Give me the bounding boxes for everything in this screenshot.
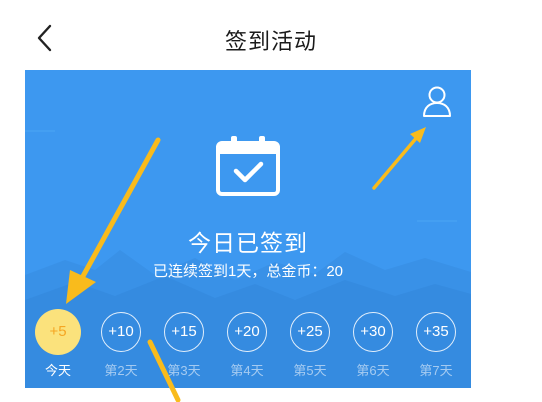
day-label: 第6天 <box>356 363 390 378</box>
day-reward: +25 <box>290 312 330 352</box>
day-label: 第5天 <box>293 363 327 378</box>
day-reward: +20 <box>227 312 267 352</box>
day-label: 第4天 <box>230 363 264 378</box>
top-bar: 签到活动 <box>0 0 542 70</box>
reward-days-row: +5 今天 +10 第2天 +15 第3天 +20 第4天 +25 第5天 +3… <box>25 306 471 386</box>
checkin-status-subtitle: 已连续签到1天，总金币：20 <box>152 263 344 280</box>
day-reward: +35 <box>416 312 456 352</box>
day-label: 第2天 <box>104 363 138 378</box>
day-reward: +10 <box>101 312 141 352</box>
day-label: 第3天 <box>167 363 201 378</box>
day-label: 今天 <box>44 363 71 378</box>
profile-button[interactable] <box>420 84 454 120</box>
day-item-2[interactable]: +10 第2天 <box>98 306 148 386</box>
day-label: 第7天 <box>419 363 453 378</box>
day-item-6[interactable]: +30 第6天 <box>350 306 400 386</box>
day-item-3[interactable]: +15 第3天 <box>161 306 211 386</box>
day-item-4[interactable]: +20 第4天 <box>224 306 274 386</box>
day-reward: +5 <box>35 309 81 355</box>
screen: 签到活动 今日已签到 已连续签到1天，总金币：20 +5 今天 +10 第2天 … <box>0 0 542 402</box>
day-reward: +30 <box>353 312 393 352</box>
user-icon <box>423 86 451 117</box>
day-item-5[interactable]: +25 第5天 <box>287 306 337 386</box>
day-reward: +15 <box>164 312 204 352</box>
day-item-1[interactable]: +5 今天 <box>35 306 85 386</box>
calendar-check-icon <box>214 134 282 198</box>
checkin-status-title: 今日已签到 <box>188 230 308 256</box>
day-item-7[interactable]: +35 第7天 <box>413 306 463 386</box>
checkin-banner: 今日已签到 已连续签到1天，总金币：20 +5 今天 +10 第2天 +15 第… <box>25 70 471 388</box>
page-title: 签到活动 <box>224 29 317 54</box>
